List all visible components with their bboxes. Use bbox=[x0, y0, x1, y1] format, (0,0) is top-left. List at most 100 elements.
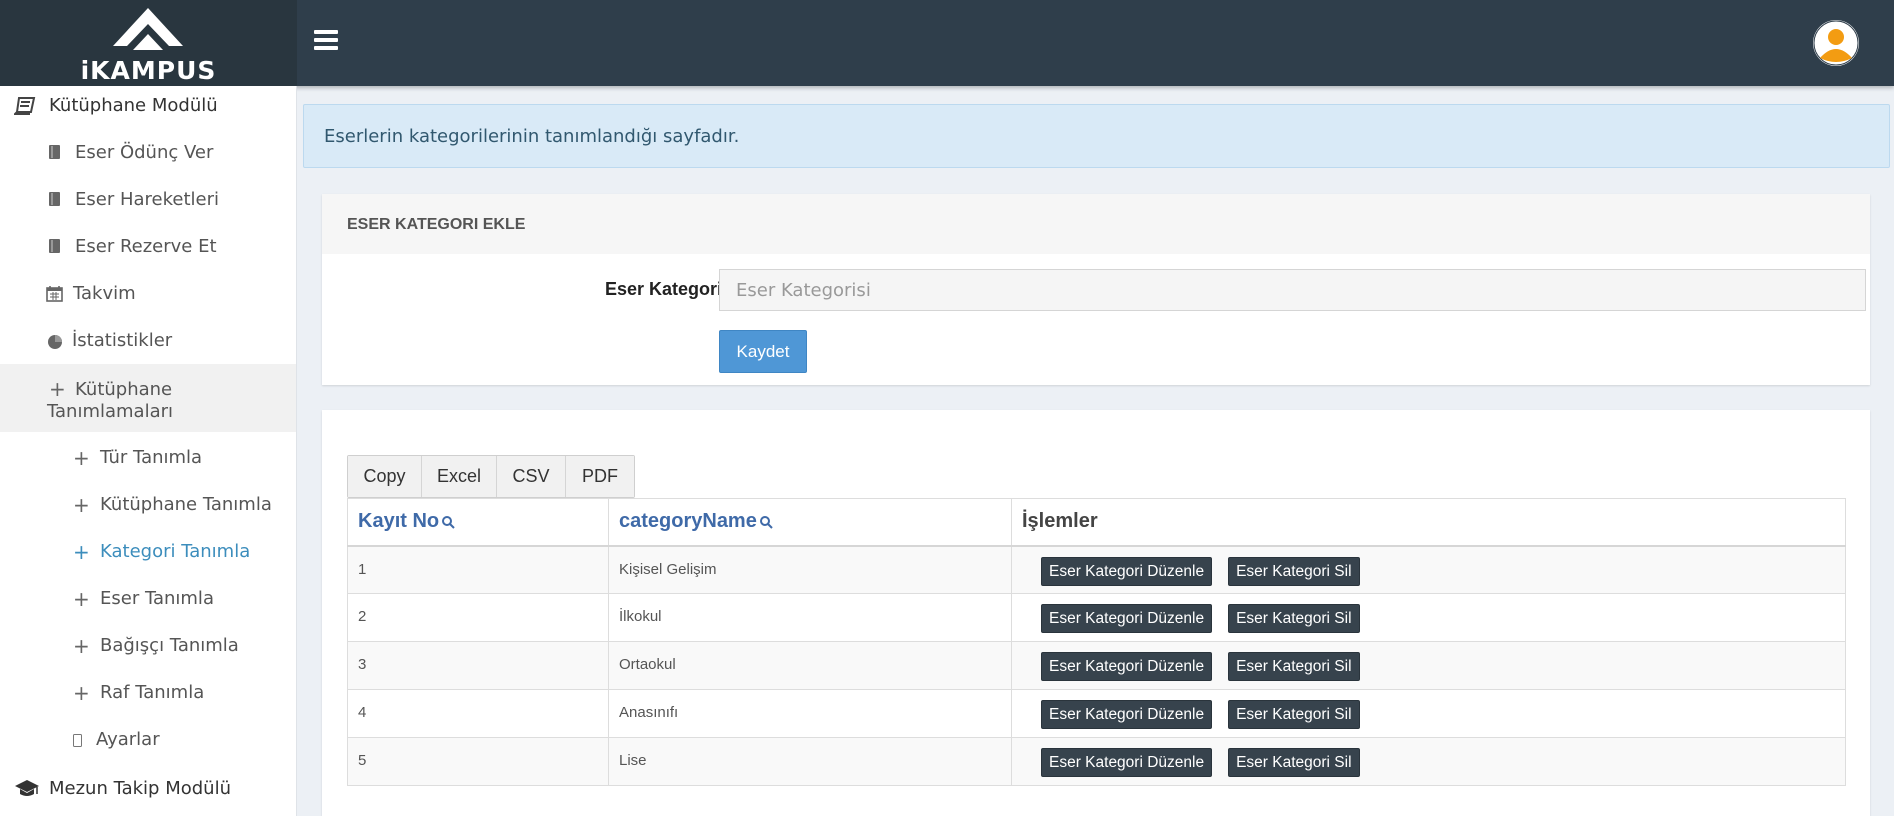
table-row: 3 Ortaokul Eser Kategori Düzenle Eser Kat… bbox=[347, 641, 1846, 690]
sidebar: Kütüphane Modülü Eser Ödünç Ver Eser Har… bbox=[0, 86, 297, 816]
sidebar-item-label: Raf Tanımla bbox=[100, 682, 205, 703]
sidebar-item-type-define[interactable]: + Tür Tanımla bbox=[0, 438, 296, 478]
sidebar-item-label: Ayarlar bbox=[96, 729, 160, 750]
cell-category-name: İlkokul bbox=[608, 593, 1012, 642]
sidebar-item-label: Kütüphane Tanımla bbox=[100, 494, 272, 515]
table-header-row: Kayıt No categoryName İşlemler bbox=[347, 498, 1846, 547]
category-table: Kayıt No categoryName İşlemler 1 Kişisel… bbox=[347, 498, 1846, 786]
sidebar-group-label-line1: Kütüphane bbox=[75, 379, 173, 400]
category-input[interactable] bbox=[719, 269, 1866, 311]
sidebar-item-library-define[interactable]: + Kütüphane Tanımla bbox=[0, 485, 296, 525]
logo-mark-icon bbox=[113, 8, 183, 50]
pie-chart-icon bbox=[48, 335, 62, 349]
pdf-button[interactable]: PDF bbox=[566, 456, 634, 497]
cell-actions: Eser Kategori Düzenle Eser Kategori Sil bbox=[1011, 641, 1846, 690]
copy-button[interactable]: Copy bbox=[348, 456, 422, 497]
search-icon bbox=[442, 515, 455, 529]
book-icon bbox=[14, 97, 36, 115]
user-avatar[interactable] bbox=[1813, 20, 1859, 66]
column-header-actions: İşlemler bbox=[1011, 498, 1846, 547]
edit-category-button[interactable]: Eser Kategori Düzenle bbox=[1041, 652, 1213, 681]
info-callout-text: Eserlerin kategorilerinin tanımlandığı s… bbox=[324, 126, 740, 147]
delete-category-button[interactable]: Eser Kategori Sil bbox=[1228, 604, 1360, 633]
sidebar-item-label: İstatistikler bbox=[72, 330, 173, 351]
sidebar-group-library-definitions[interactable]: + Kütüphane Tanımlamaları bbox=[0, 364, 296, 432]
save-button[interactable]: Kaydet bbox=[719, 330, 807, 373]
bookmark-book-icon bbox=[49, 192, 60, 206]
edit-category-button[interactable]: Eser Kategori Düzenle bbox=[1041, 748, 1213, 777]
sidebar-item-label: Takvim bbox=[73, 283, 136, 304]
cell-record-no: 1 bbox=[347, 545, 609, 594]
sidebar-item-category-define[interactable]: + Kategori Tanımla bbox=[0, 532, 296, 572]
cell-category-name: Anasınıfı bbox=[608, 689, 1012, 738]
menu-toggle-icon[interactable] bbox=[314, 30, 340, 54]
export-button-group: Copy Excel CSV PDF bbox=[347, 455, 635, 498]
plus-icon: + bbox=[73, 446, 90, 470]
table-row: 1 Kişisel Gelişim Eser Kategori Düzenle E… bbox=[347, 545, 1846, 594]
cell-actions: Eser Kategori Düzenle Eser Kategori Sil bbox=[1011, 593, 1846, 642]
cell-category-name: Lise bbox=[608, 737, 1012, 786]
graduation-cap-icon bbox=[15, 780, 39, 796]
delete-category-button[interactable]: Eser Kategori Sil bbox=[1228, 556, 1360, 586]
cell-record-no: 3 bbox=[347, 641, 609, 690]
sidebar-item-movements[interactable]: Eser Hareketleri bbox=[0, 180, 296, 220]
sidebar-item-shelf-define[interactable]: + Raf Tanımla bbox=[0, 673, 296, 713]
delete-category-button[interactable]: Eser Kategori Sil bbox=[1228, 652, 1360, 681]
edit-category-button[interactable]: Eser Kategori Düzenle bbox=[1041, 700, 1213, 729]
column-header-label: Kayıt No bbox=[358, 510, 440, 533]
cell-category-name: Kişisel Gelişim bbox=[608, 545, 1012, 594]
edit-category-button[interactable]: Eser Kategori Düzenle bbox=[1041, 556, 1213, 586]
calendar-icon bbox=[46, 286, 63, 302]
logo[interactable]: iKAMPUS bbox=[0, 0, 297, 86]
bookmark-book-icon bbox=[49, 145, 60, 159]
logo-text: iKAMPUS bbox=[80, 56, 217, 85]
sidebar-item-lend[interactable]: Eser Ödünç Ver bbox=[0, 133, 296, 173]
sidebar-group-label-line2: Tanımlamaları bbox=[47, 401, 174, 422]
plus-icon: + bbox=[73, 681, 90, 705]
sidebar-item-work-define[interactable]: + Eser Tanımla bbox=[0, 579, 296, 619]
sidebar-item-settings[interactable]: Ayarlar bbox=[0, 720, 296, 760]
sidebar-item-label: Eser Ödünç Ver bbox=[75, 142, 214, 163]
category-field-label: Eser Kategori bbox=[604, 279, 722, 299]
plus-icon: + bbox=[73, 540, 90, 564]
plus-icon: + bbox=[73, 493, 90, 517]
user-icon bbox=[1813, 20, 1859, 66]
sidebar-item-label: Bağışçı Tanımla bbox=[100, 635, 239, 656]
info-callout: Eserlerin kategorilerinin tanımlandığı s… bbox=[303, 104, 1890, 168]
sidebar-item-reserve[interactable]: Eser Rezerve Et bbox=[0, 227, 296, 267]
sidebar-item-alumni-module[interactable]: Mezun Takip Modülü bbox=[0, 768, 296, 810]
sidebar-item-label: Kütüphane Modülü bbox=[49, 95, 218, 116]
sidebar-item-donor-define[interactable]: + Bağışçı Tanımla bbox=[0, 626, 296, 666]
search-icon bbox=[759, 515, 773, 529]
sidebar-item-calendar[interactable]: Takvim bbox=[0, 274, 296, 314]
cell-record-no: 5 bbox=[347, 737, 609, 786]
cell-record-no: 2 bbox=[347, 593, 609, 642]
edit-category-button[interactable]: Eser Kategori Düzenle bbox=[1041, 604, 1213, 633]
cell-record-no: 4 bbox=[347, 689, 609, 738]
table-row: 4 Anasınıfı Eser Kategori Düzenle Eser Ka… bbox=[347, 689, 1846, 738]
plus-icon: + bbox=[73, 634, 90, 658]
panel-title: ESER KATEGORI EKLE bbox=[347, 216, 526, 233]
excel-button[interactable]: Excel bbox=[422, 456, 497, 497]
sidebar-item-statistics[interactable]: İstatistikler bbox=[0, 321, 296, 361]
cell-actions: Eser Kategori Düzenle Eser Kategori Sil bbox=[1011, 737, 1846, 786]
category-table-panel: Copy Excel CSV PDF Kayıt No categoryName… bbox=[322, 410, 1870, 816]
column-header-record-no[interactable]: Kayıt No bbox=[347, 498, 609, 547]
column-header-label: categoryName bbox=[619, 510, 757, 533]
panel-header: ESER KATEGORI EKLE bbox=[322, 194, 1870, 254]
top-navbar: iKAMPUS bbox=[0, 0, 1894, 86]
sidebar-item-label: Eser Hareketleri bbox=[75, 189, 219, 210]
plus-icon: + bbox=[73, 587, 90, 611]
table-row: 2 İlkokul Eser Kategori Düzenle Eser Kate… bbox=[347, 593, 1846, 642]
sidebar-item-library-module[interactable]: Kütüphane Modülü bbox=[0, 86, 296, 126]
csv-button[interactable]: CSV bbox=[497, 456, 566, 497]
category-form-panel: ESER KATEGORI EKLE Eser Kategori Kaydet bbox=[322, 194, 1870, 385]
bookmark-book-icon bbox=[49, 239, 60, 253]
table-row: 5 Lise Eser Kategori Düzenle Eser Kategor… bbox=[347, 737, 1846, 786]
column-header-category-name[interactable]: categoryName bbox=[608, 498, 1012, 547]
delete-category-button[interactable]: Eser Kategori Sil bbox=[1228, 748, 1360, 777]
delete-category-button[interactable]: Eser Kategori Sil bbox=[1228, 700, 1360, 729]
mobile-icon bbox=[73, 734, 82, 747]
sidebar-item-label: Eser Rezerve Et bbox=[75, 236, 217, 257]
cell-actions: Eser Kategori Düzenle Eser Kategori Sil bbox=[1011, 689, 1846, 738]
